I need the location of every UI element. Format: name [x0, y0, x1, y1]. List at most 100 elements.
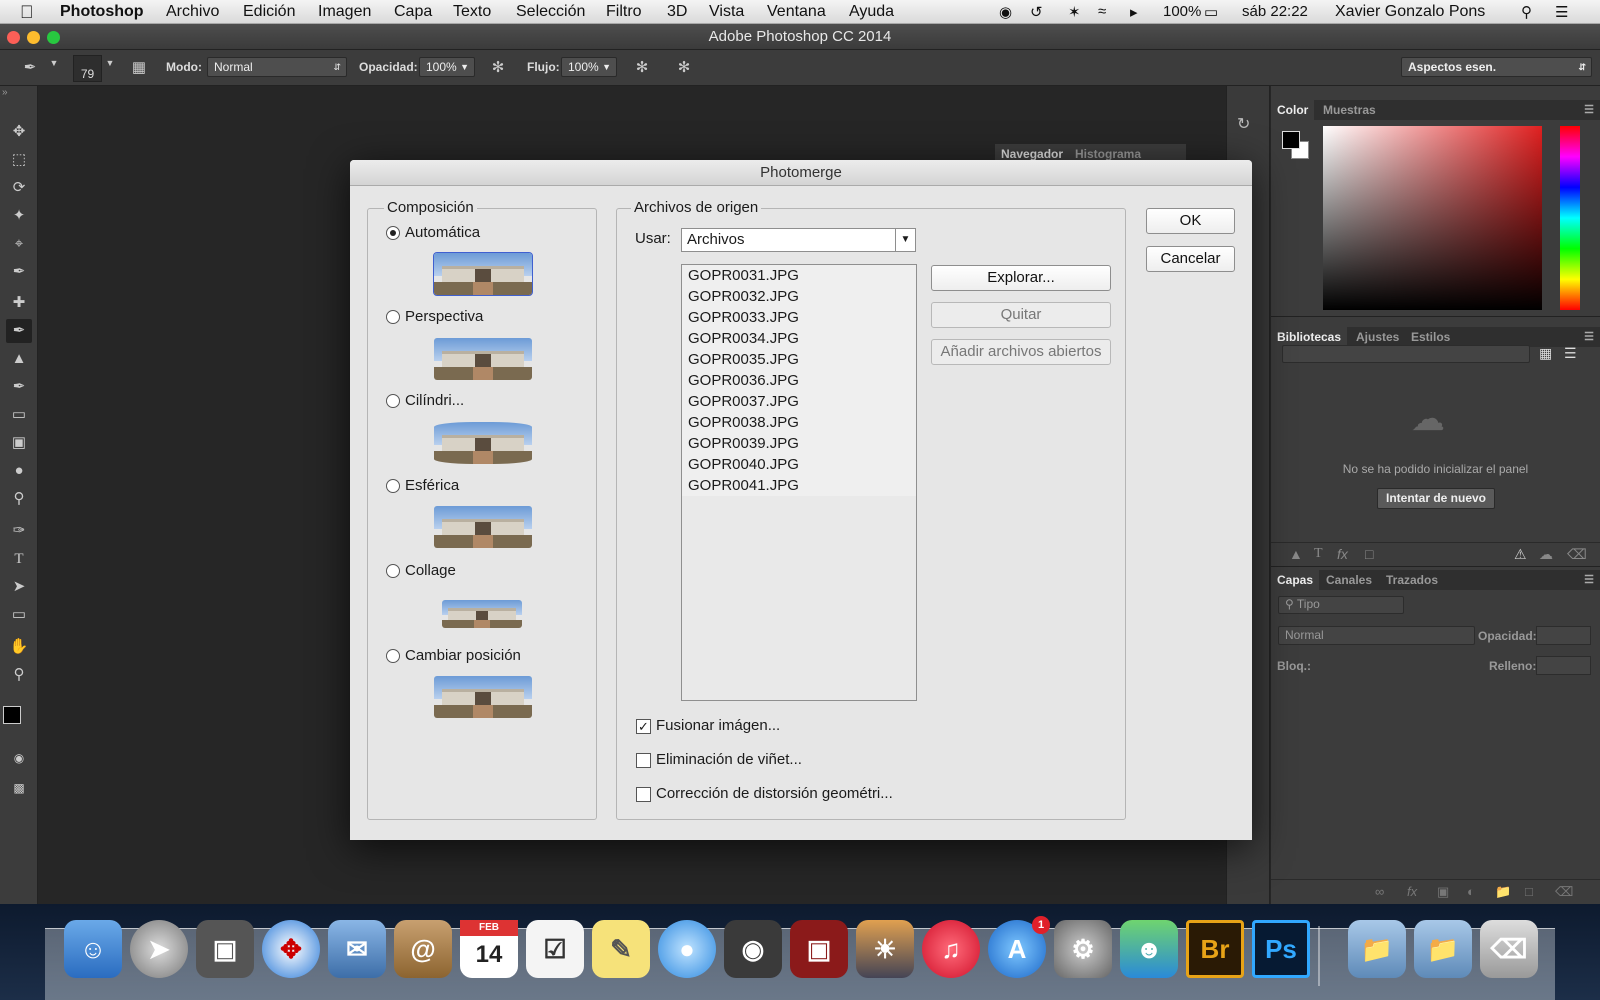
label-collage[interactable]: Collage: [405, 562, 456, 579]
contacts-icon[interactable]: @: [394, 920, 452, 978]
new-layer-icon[interactable]: □: [1525, 884, 1533, 899]
tab-navegador[interactable]: Navegador: [1001, 147, 1063, 161]
reminders-icon[interactable]: ☑: [526, 920, 584, 978]
label-reposition[interactable]: Cambiar posición: [405, 647, 521, 664]
add-text-icon[interactable]: T: [1314, 546, 1323, 562]
tab-color[interactable]: Color: [1271, 100, 1315, 120]
spotlight-icon[interactable]: ⚲: [1521, 3, 1532, 21]
chevron-down-icon[interactable]: ▼: [895, 229, 915, 251]
brush-preset-dropdown[interactable]: ▼: [44, 58, 64, 78]
zoom-window-button[interactable]: [47, 31, 60, 44]
hand-tool-icon[interactable]: ✋: [6, 635, 32, 659]
messenger-icon[interactable]: ☻: [1120, 920, 1178, 978]
vignette-removal-checkbox[interactable]: [636, 753, 651, 768]
hue-slider[interactable]: [1560, 126, 1580, 310]
tab-canales[interactable]: Canales: [1320, 570, 1378, 590]
photo-booth-icon[interactable]: ▣: [790, 920, 848, 978]
rectangle-tool-icon[interactable]: ▭: [6, 603, 32, 627]
time-machine-icon[interactable]: ↺: [1030, 3, 1043, 21]
thumb-collage[interactable]: [442, 600, 522, 628]
menu-filtro[interactable]: Filtro: [606, 3, 642, 21]
delete-layer-icon[interactable]: ⌫: [1555, 884, 1573, 900]
layer-style-icon[interactable]: fx: [1407, 884, 1417, 899]
bluetooth-icon[interactable]: ✶: [1068, 3, 1081, 21]
adjustment-layer-icon[interactable]: ◐: [1467, 884, 1475, 899]
tab-ajustes[interactable]: Ajustes: [1350, 327, 1405, 347]
cancel-button[interactable]: Cancelar: [1146, 246, 1235, 272]
menu-vista[interactable]: Vista: [709, 3, 744, 21]
thumb-perspective[interactable]: [434, 338, 532, 380]
user-name[interactable]: Xavier Gonzalo Pons: [1335, 3, 1485, 21]
crop-tool-icon[interactable]: ⌖: [6, 232, 32, 256]
app-store-icon[interactable]: A 1: [988, 916, 1050, 978]
add-graphic-icon[interactable]: ▲: [1289, 546, 1303, 562]
menu-seleccion[interactable]: Selección: [516, 3, 585, 21]
add-mask-icon[interactable]: ▣: [1437, 884, 1449, 900]
file-item[interactable]: GOPR0036.JPG: [682, 370, 916, 391]
blend-mode-select[interactable]: Normal: [1278, 626, 1475, 645]
workspace-select[interactable]: Aspectos esen. ⇵: [1401, 57, 1592, 77]
label-spherical[interactable]: Esférica: [405, 477, 459, 494]
menu-ayuda[interactable]: Ayuda: [849, 3, 894, 21]
file-item[interactable]: GOPR0040.JPG: [682, 454, 916, 475]
creative-cloud-icon[interactable]: ◉: [999, 3, 1012, 21]
link-layers-icon[interactable]: ∞: [1375, 884, 1384, 899]
applications-folder-icon[interactable]: 📁: [1414, 920, 1472, 978]
distortion-correction-label[interactable]: Corrección de distorsión geométri...: [656, 785, 893, 802]
library-select[interactable]: [1282, 345, 1530, 363]
flow-field[interactable]: 100% ▼: [561, 57, 617, 77]
blend-images-checkbox[interactable]: ✓: [636, 719, 651, 734]
app-menu[interactable]: Photoshop: [60, 3, 144, 21]
panel-menu-icon[interactable]: ☰: [1584, 330, 1594, 343]
label-cylindrical[interactable]: Cilíndri...: [405, 392, 464, 409]
notes-icon[interactable]: ✎: [592, 920, 650, 978]
file-item[interactable]: GOPR0037.JPG: [682, 391, 916, 412]
menu-edicion[interactable]: Edición: [243, 3, 295, 21]
pen-tool-icon[interactable]: ✑: [6, 519, 32, 543]
notifications-icon[interactable]: ☰: [1555, 3, 1568, 21]
apple-icon[interactable]: : [20, 2, 34, 23]
mail-icon[interactable]: ✉: [328, 920, 386, 978]
volume-icon[interactable]: ▸: [1130, 3, 1138, 21]
marquee-tool-icon[interactable]: ⬚: [6, 148, 32, 172]
tab-trazados[interactable]: Trazados: [1380, 570, 1444, 590]
color-fg-swatch[interactable]: [1282, 131, 1300, 149]
calendar-icon[interactable]: FEB 14: [460, 920, 518, 978]
list-view-icon[interactable]: ☰: [1564, 345, 1577, 362]
trash-dock-icon[interactable]: ⌫: [1480, 920, 1538, 978]
documents-folder-icon[interactable]: 📁: [1348, 920, 1406, 978]
panel-menu-icon[interactable]: ☰: [1584, 573, 1594, 586]
lasso-tool-icon[interactable]: ⟳: [6, 176, 32, 200]
healing-brush-tool-icon[interactable]: ✚: [6, 291, 32, 315]
history-panel-icon[interactable]: ↻: [1237, 114, 1250, 134]
safari-icon[interactable]: ✥: [262, 920, 320, 978]
blend-images-label[interactable]: Fusionar imágen...: [656, 717, 780, 734]
eraser-tool-icon[interactable]: ▭: [6, 403, 32, 427]
radio-collage[interactable]: [386, 564, 400, 578]
chevron-down-icon[interactable]: ▼: [460, 58, 469, 76]
layers-opacity-field[interactable]: [1536, 626, 1591, 645]
eyedropper-tool-icon[interactable]: ✒: [6, 260, 32, 284]
retry-button[interactable]: Intentar de nuevo: [1377, 488, 1495, 509]
menu-capa[interactable]: Capa: [394, 3, 432, 21]
messages-icon[interactable]: ●: [658, 920, 716, 978]
minimize-window-button[interactable]: [27, 31, 40, 44]
ok-button[interactable]: OK: [1146, 208, 1235, 234]
tab-bibliotecas[interactable]: Bibliotecas: [1271, 327, 1348, 347]
clone-stamp-tool-icon[interactable]: ▲: [6, 347, 32, 371]
add-color-icon[interactable]: □: [1365, 546, 1373, 562]
add-open-files-button[interactable]: Añadir archivos abiertos: [931, 339, 1111, 365]
file-item[interactable]: GOPR0033.JPG: [682, 307, 916, 328]
brush-size[interactable]: 79: [73, 55, 102, 82]
brush-panel-icon[interactable]: ▦: [129, 58, 149, 78]
type-tool-icon[interactable]: T: [6, 547, 32, 571]
menu-3d[interactable]: 3D: [667, 3, 687, 21]
layer-filter-select[interactable]: ⚲ Tipo: [1278, 596, 1404, 614]
zoom-tool-icon[interactable]: ⚲: [6, 663, 32, 687]
label-auto[interactable]: Automática: [405, 224, 480, 241]
radio-cylindrical[interactable]: [386, 394, 400, 408]
launchpad-icon[interactable]: ➤: [130, 920, 188, 978]
browse-button[interactable]: Explorar...: [931, 265, 1111, 291]
file-item[interactable]: GOPR0041.JPG: [682, 475, 916, 496]
file-item[interactable]: GOPR0035.JPG: [682, 349, 916, 370]
